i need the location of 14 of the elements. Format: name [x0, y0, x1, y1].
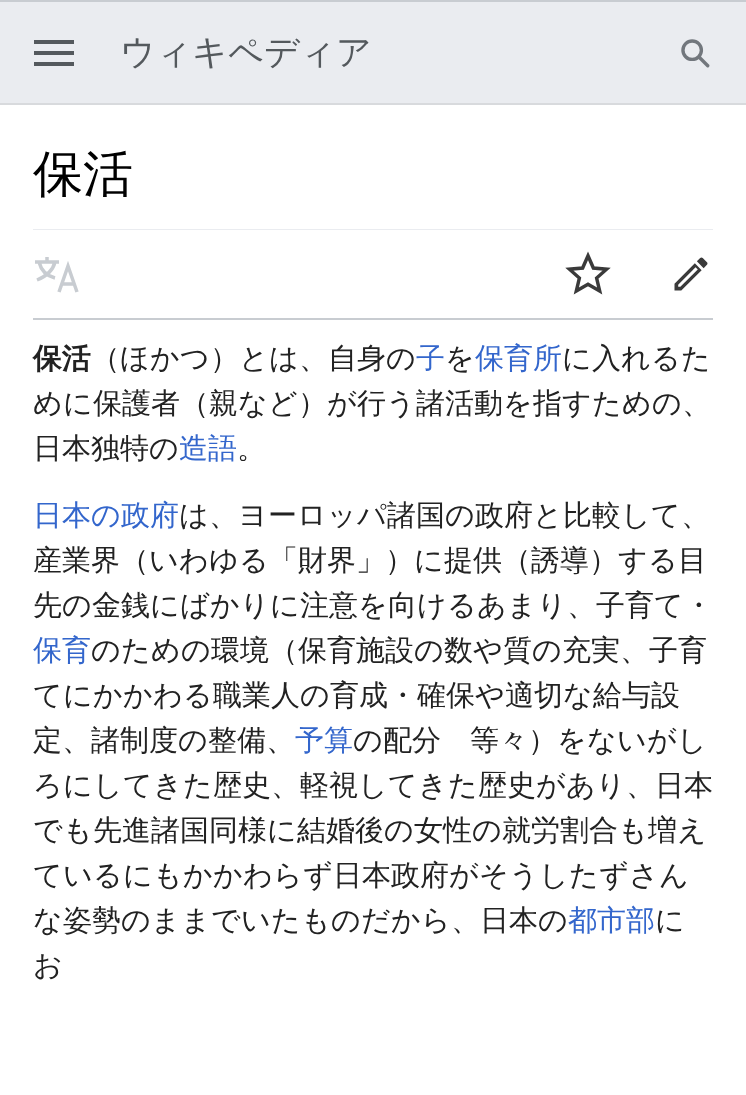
article-link[interactable]: 算: [324, 723, 353, 757]
article-paragraph: 保活（ほかつ）とは、自身の子を保育所に入れるために保護者（親など）が行う諸活動を指すための、日本独特の造語。: [33, 340, 712, 467]
article-paragraph: 日本の政府は、ヨーロッパ諸国の政府と比較して、産業界（いわゆる「財界」）に提供（誘導）する目先の金銭にばかりに注意を向けるあまり、子育て・ 保育のための環境（保育施設の数や質の充実、子育てにかかわる職業人の育成・確保や適切な給与設定、諸制度の整備、予算の配分 等々）をないがしろにしてきた歴史、軽視してきた歴史があり、日本でも先進諸国同様に結婚後の女性の就労割合も増えているにもかかわらず日本政府がそうしたずさんな姿勢のままでいたものだから、日本の都市部にお: [33, 497, 713, 984]
article-title: 保活: [33, 105, 713, 230]
article-link[interactable]: 造語: [179, 431, 237, 465]
star-icon[interactable]: [565, 251, 611, 297]
article-link[interactable]: 保育: [33, 633, 91, 667]
menu-icon[interactable]: [34, 37, 74, 68]
article-link[interactable]: 子: [416, 341, 445, 375]
site-title: ウィキペディア: [120, 31, 373, 75]
article-link[interactable]: 日本の政府: [33, 498, 179, 532]
article-link[interactable]: 都市部: [568, 903, 655, 937]
article-link[interactable]: 保育所: [475, 341, 562, 375]
article-link[interactable]: 予: [295, 723, 324, 757]
